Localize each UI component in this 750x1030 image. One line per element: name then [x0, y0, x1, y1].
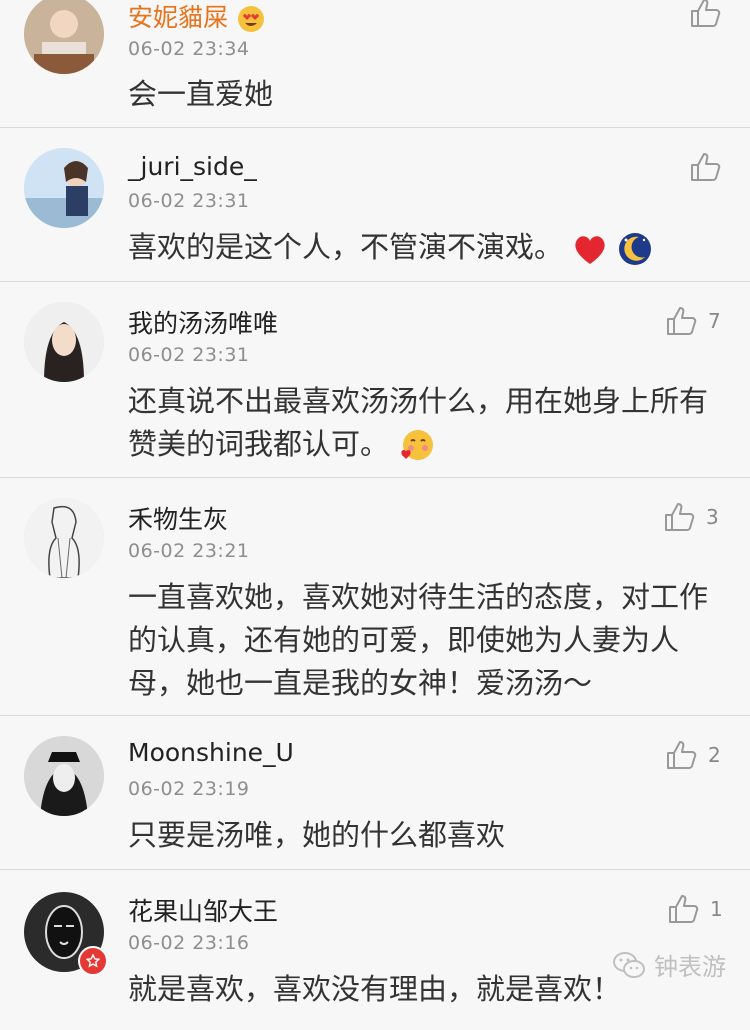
avatar[interactable] [24, 736, 104, 816]
comment-item: 我的汤汤唯唯 06-02 23:31 还真说不出最喜欢汤汤什么，用在她身上所有赞… [0, 282, 750, 478]
thumbs-up-icon [691, 0, 721, 27]
like-button[interactable]: 7 [666, 306, 721, 336]
watermark-text: 钟表游 [654, 953, 726, 981]
thumbs-up-icon [691, 153, 721, 181]
like-count: 3 [706, 505, 719, 529]
comment-text: 只要是汤唯，她的什么都喜欢 [128, 818, 506, 852]
comment-item: Moonshine_U 06-02 23:19 只要是汤唯，她的什么都喜欢 2 [0, 716, 750, 870]
comment-time: 06-02 23:19 [128, 778, 250, 800]
comment-time: 06-02 23:31 [128, 344, 250, 366]
comment-author[interactable]: 花果山邹大王 [128, 892, 278, 928]
comment-item: 安妮貓屎 06-02 23:34 会一直爱她 [0, 0, 750, 128]
like-button[interactable] [690, 0, 722, 28]
comment-author[interactable]: Moonshine_U [128, 738, 294, 767]
blush-emoji-icon [401, 430, 434, 460]
comment-time: 06-02 23:34 [128, 38, 250, 60]
comment-author[interactable]: 我的汤汤唯唯 [128, 304, 278, 340]
heart-eyes-emoji-icon [237, 6, 264, 32]
red-heart-emoji-icon [575, 236, 605, 264]
comment-text: 还真说不出最喜欢汤汤什么，用在她身上所有赞美的词我都认可。 [128, 380, 718, 466]
comment-time: 06-02 23:21 [128, 540, 250, 562]
avatar[interactable] [24, 302, 104, 382]
comment-author[interactable]: _juri_side_ [128, 152, 257, 181]
comment-text: 喜欢的是这个人，不管演不演戏。 [128, 226, 718, 269]
comment-text: 会一直爱她 [128, 77, 274, 111]
comment-time: 06-02 23:31 [128, 190, 250, 212]
thumbs-up-icon [667, 307, 697, 335]
comment-item: _juri_side_ 06-02 23:31 喜欢的是这个人，不管演不演戏。 [0, 128, 750, 282]
comment-time: 06-02 23:16 [128, 932, 250, 954]
like-count: 2 [708, 743, 721, 767]
like-button[interactable]: 2 [666, 740, 721, 770]
thumbs-up-icon [665, 503, 695, 531]
comment-item: 禾物生灰 06-02 23:21 一直喜欢她，喜欢她对待生活的态度，对工作的认真… [0, 478, 750, 716]
watermark: 钟表游 [612, 947, 726, 982]
verified-badge [78, 946, 108, 976]
like-button[interactable]: 1 [668, 894, 723, 924]
star-icon [86, 954, 100, 968]
comment-author[interactable]: 安妮貓屎 [128, 0, 266, 34]
like-button[interactable]: 3 [664, 502, 719, 532]
like-count: 1 [710, 897, 723, 921]
avatar[interactable] [24, 498, 104, 578]
thumbs-up-icon [667, 741, 697, 769]
avatar[interactable] [24, 0, 104, 74]
wechat-icon [613, 951, 645, 978]
like-button[interactable] [690, 152, 722, 182]
thumbs-up-icon [669, 895, 699, 923]
avatar[interactable] [24, 148, 104, 228]
comment-author[interactable]: 禾物生灰 [128, 500, 228, 536]
moon-emoji-icon [619, 233, 652, 265]
comment-text: 一直喜欢她，喜欢她对待生活的态度，对工作的认真，还有她的可爱，即使她为人妻为人母… [128, 580, 709, 700]
like-count: 7 [708, 309, 721, 333]
